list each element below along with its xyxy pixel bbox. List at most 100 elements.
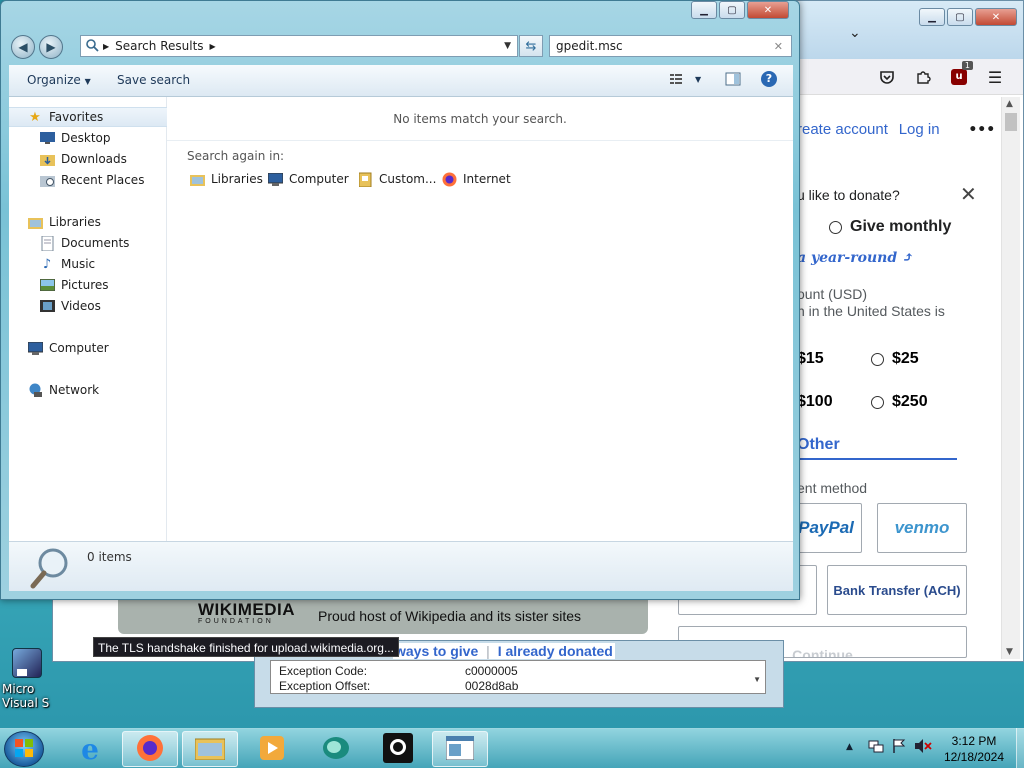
- bank-transfer-button[interactable]: Bank Transfer (ACH): [827, 565, 967, 615]
- search-again-internet[interactable]: Internet: [441, 171, 511, 187]
- folder-icon: [194, 736, 226, 763]
- nav-documents[interactable]: Documents: [9, 233, 167, 253]
- other-amount-tab[interactable]: Other: [797, 436, 957, 460]
- nav-pictures[interactable]: Pictures: [9, 275, 167, 295]
- explorer-maximize-button[interactable]: ▢: [719, 1, 745, 19]
- list-all-tabs-chevron-icon[interactable]: ⌄: [849, 25, 861, 41]
- explorer-minimize-button[interactable]: ▁: [691, 1, 717, 19]
- taskbar-media-player[interactable]: [244, 731, 300, 767]
- network-tray-icon[interactable]: [868, 738, 884, 757]
- taskbar-internet-explorer[interactable]: e: [62, 731, 118, 767]
- breadcrumb-arrow-icon[interactable]: ▶: [210, 42, 216, 51]
- nav-computer-label: Computer: [49, 341, 109, 355]
- already-donated-link[interactable]: I already donated: [498, 643, 613, 659]
- nav-recent-places[interactable]: Recent Places: [9, 170, 167, 190]
- ublock-icon[interactable]: u 1: [949, 61, 973, 87]
- results-pane: No items match your search. Search again…: [167, 97, 793, 541]
- breadcrumb-arrow-icon[interactable]: ▶: [103, 42, 109, 51]
- address-dropdown-icon[interactable]: ▼: [504, 41, 511, 51]
- paypal-button[interactable]: PayPal: [790, 503, 862, 553]
- no-results-banner: No items match your search.: [167, 97, 793, 141]
- taskbar-clock[interactable]: 3:12 PM 12/18/2024: [930, 733, 1018, 765]
- view-options-icon[interactable]: [669, 72, 683, 89]
- wikimedia-logo: WIKIMEDIA FOUNDATION: [198, 600, 295, 625]
- year-round-text: a year-round: [797, 250, 898, 266]
- browser-toolbar: u 1 ☰: [793, 59, 1023, 95]
- scroll-thumb[interactable]: [1005, 113, 1017, 131]
- log-in-link[interactable]: Log in: [899, 121, 940, 138]
- clear-search-icon[interactable]: ✕: [774, 40, 783, 53]
- nav-computer[interactable]: Computer: [9, 338, 167, 358]
- search-again-libraries-label: Libraries: [211, 172, 263, 186]
- organize-menu[interactable]: Organize ▼: [27, 73, 91, 87]
- hamburger-menu-icon[interactable]: ☰: [985, 67, 1005, 87]
- search-again-computer[interactable]: Computer: [267, 171, 349, 187]
- item-count: 0 items: [87, 550, 132, 564]
- create-account-link[interactable]: reate account: [797, 121, 888, 138]
- amount-25-option[interactable]: $25: [871, 350, 919, 368]
- preview-pane-icon[interactable]: [725, 72, 741, 89]
- pocket-icon[interactable]: [877, 67, 897, 87]
- taskbar-app-teal[interactable]: [308, 731, 364, 767]
- libraries-icon: [27, 214, 43, 230]
- save-search-button[interactable]: Save search: [117, 73, 190, 87]
- taskbar-error-dialog[interactable]: [432, 731, 488, 767]
- organize-label: Organize: [27, 73, 81, 87]
- search-box[interactable]: gpedit.msc ✕: [549, 35, 792, 57]
- give-monthly-radio[interactable]: [829, 221, 842, 234]
- taskbar-github[interactable]: [370, 731, 426, 767]
- help-icon[interactable]: ?: [761, 71, 777, 87]
- desktop-icon-visual-studio[interactable]: Micro Visual S: [2, 648, 50, 710]
- nav-downloads-label: Downloads: [61, 152, 127, 166]
- clock-time: 3:12 PM: [951, 734, 997, 748]
- browser-status-tooltip: The TLS handshake finished for upload.wi…: [93, 637, 399, 657]
- show-desktop-button[interactable]: [1016, 728, 1024, 768]
- paypal-label: PayPal: [798, 518, 854, 537]
- visual-studio-icon: [12, 648, 42, 678]
- details-dropdown-arrow-icon[interactable]: ▼: [753, 675, 761, 684]
- computer-icon: [27, 340, 43, 356]
- nav-network[interactable]: Network: [9, 380, 167, 400]
- start-button[interactable]: [4, 731, 44, 767]
- ways-to-give-link[interactable]: ways to give: [395, 643, 478, 659]
- taskbar-windows-explorer[interactable]: [182, 731, 238, 767]
- taskbar-firefox[interactable]: [122, 731, 178, 767]
- address-bar[interactable]: ▶ Search Results ▶ ▼: [80, 35, 518, 57]
- amount-250-option[interactable]: $250: [871, 393, 928, 411]
- browser-maximize-button[interactable]: ▢: [947, 8, 973, 26]
- amount-100[interactable]: $100: [797, 393, 833, 411]
- nav-favorites[interactable]: ★ Favorites: [9, 107, 167, 127]
- continue-label: Continue: [792, 647, 853, 658]
- browser-close-button[interactable]: ✕: [975, 8, 1017, 26]
- view-dropdown-icon[interactable]: ▼: [695, 75, 701, 84]
- show-hidden-icons-icon[interactable]: ▲: [846, 742, 853, 752]
- breadcrumb-search-results[interactable]: Search Results: [115, 39, 203, 53]
- nav-libraries[interactable]: Libraries: [9, 212, 167, 232]
- action-center-flag-icon[interactable]: [892, 738, 906, 757]
- amount-15[interactable]: $15: [797, 350, 824, 368]
- scroll-down-arrow-icon[interactable]: ▼: [1006, 647, 1013, 657]
- refresh-button[interactable]: ⇆: [519, 35, 543, 57]
- nav-downloads[interactable]: Downloads: [9, 149, 167, 169]
- more-menu-icon[interactable]: •••: [968, 122, 995, 138]
- explorer-close-button[interactable]: ✕: [747, 1, 789, 19]
- give-monthly-option[interactable]: Give monthly: [829, 218, 951, 236]
- nav-desktop[interactable]: Desktop: [9, 128, 167, 148]
- clock-date: 12/18/2024: [943, 750, 1005, 764]
- amount-250-radio[interactable]: [871, 396, 884, 409]
- search-again-custom[interactable]: Custom...: [357, 171, 436, 187]
- nav-music[interactable]: ♪ Music: [9, 254, 167, 274]
- close-donate-icon[interactable]: ✕: [960, 182, 977, 206]
- browser-minimize-button[interactable]: ▁: [919, 8, 945, 26]
- search-again-libraries[interactable]: Libraries: [189, 171, 263, 187]
- amount-25-radio[interactable]: [871, 353, 884, 366]
- back-button[interactable]: ◀: [11, 35, 35, 59]
- forward-button[interactable]: ▶: [39, 35, 63, 59]
- extensions-puzzle-icon[interactable]: [913, 67, 933, 87]
- payment-method-label: ent method: [797, 480, 868, 496]
- documents-icon: [39, 235, 55, 251]
- page-vertical-scrollbar[interactable]: ▲ ▼: [1001, 97, 1020, 659]
- nav-videos[interactable]: Videos: [9, 296, 167, 316]
- venmo-button[interactable]: venmo: [877, 503, 967, 553]
- scroll-up-arrow-icon[interactable]: ▲: [1006, 99, 1013, 109]
